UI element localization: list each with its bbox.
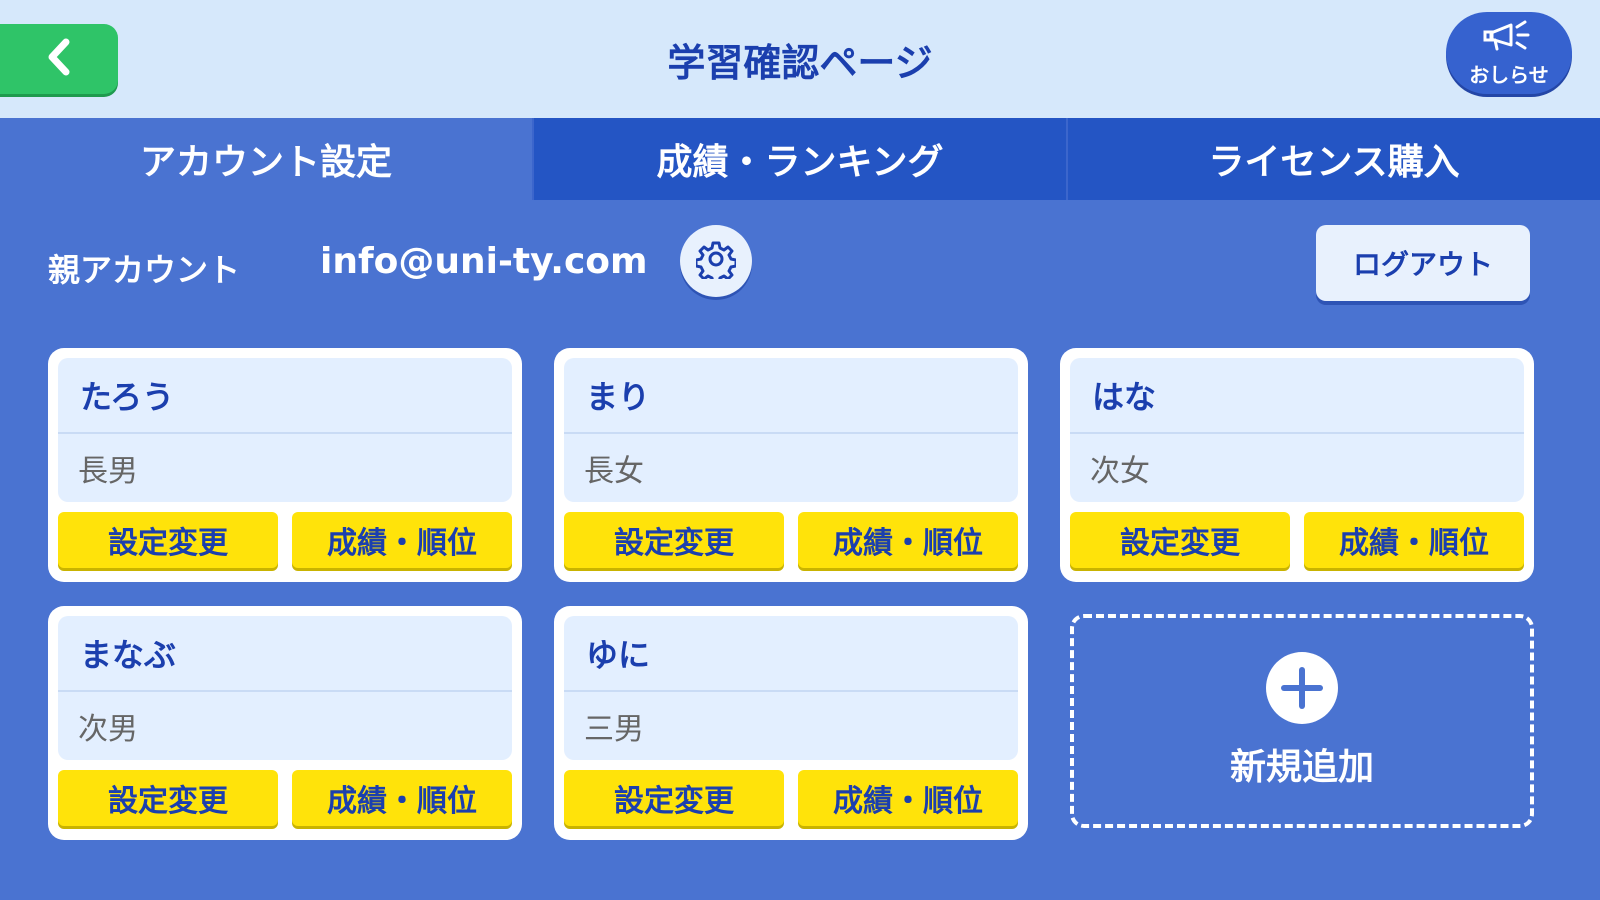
results-ranking-button[interactable]: 成績・順位 [292, 512, 512, 568]
child-name: まり [564, 358, 1018, 434]
child-info: たろう 長男 [58, 358, 512, 502]
notice-button[interactable]: おしらせ [1446, 12, 1572, 94]
results-ranking-button[interactable]: 成績・順位 [1304, 512, 1524, 568]
results-ranking-button[interactable]: 成績・順位 [798, 770, 1018, 826]
child-card: まり 長女 設定変更 成績・順位 [554, 348, 1028, 582]
child-info: まり 長女 [564, 358, 1018, 502]
child-card: はな 次女 設定変更 成績・順位 [1060, 348, 1534, 582]
chevron-left-icon [44, 37, 74, 81]
results-ranking-button[interactable]: 成績・順位 [292, 770, 512, 826]
child-info: ゆに 三男 [564, 616, 1018, 760]
parent-account-row: 親アカウント info@uni-ty.com ログアウト [48, 225, 1530, 305]
change-settings-button[interactable]: 設定変更 [1070, 512, 1290, 568]
child-card: ゆに 三男 設定変更 成績・順位 [554, 606, 1028, 840]
child-relation: 次男 [78, 712, 138, 747]
notice-label: おしらせ [1469, 62, 1549, 87]
change-settings-button[interactable]: 設定変更 [58, 770, 278, 826]
child-name: ゆに [564, 616, 1018, 692]
parent-account-label: 親アカウント [48, 251, 241, 289]
child-relation: 長男 [78, 454, 138, 489]
child-name: はな [1070, 358, 1524, 434]
add-new-button[interactable]: 新規追加 [1070, 614, 1534, 828]
child-relation: 次女 [1090, 454, 1150, 489]
child-name: たろう [58, 358, 512, 434]
results-ranking-button[interactable]: 成績・順位 [798, 512, 1018, 568]
gear-icon [694, 239, 738, 285]
change-settings-button[interactable]: 設定変更 [564, 512, 784, 568]
child-info: まなぶ 次男 [58, 616, 512, 760]
child-card: たろう 長男 設定変更 成績・順位 [48, 348, 522, 582]
add-new-label: 新規追加 [1229, 747, 1374, 788]
child-relation: 長女 [584, 454, 644, 489]
change-settings-button[interactable]: 設定変更 [564, 770, 784, 826]
account-settings-button[interactable] [680, 225, 752, 297]
back-button[interactable] [0, 24, 118, 94]
logout-button[interactable]: ログアウト [1316, 225, 1530, 301]
header-bar: 学習確認ページ おしらせ [0, 0, 1600, 118]
tab-license-purchase[interactable]: ライセンス購入 [1066, 118, 1600, 200]
child-name: まなぶ [58, 616, 512, 692]
parent-account-email: info@uni-ty.com [320, 241, 648, 282]
tab-bar: アカウント設定 成績・ランキング ライセンス購入 [0, 118, 1600, 200]
tab-account-settings[interactable]: アカウント設定 [0, 118, 532, 200]
child-relation: 三男 [584, 712, 644, 747]
plus-icon [1266, 652, 1338, 724]
child-card: まなぶ 次男 設定変更 成績・順位 [48, 606, 522, 840]
megaphone-icon [1481, 19, 1537, 57]
page-title: 学習確認ページ [667, 41, 933, 85]
change-settings-button[interactable]: 設定変更 [58, 512, 278, 568]
child-info: はな 次女 [1070, 358, 1524, 502]
tab-results-ranking[interactable]: 成績・ランキング [532, 118, 1066, 200]
